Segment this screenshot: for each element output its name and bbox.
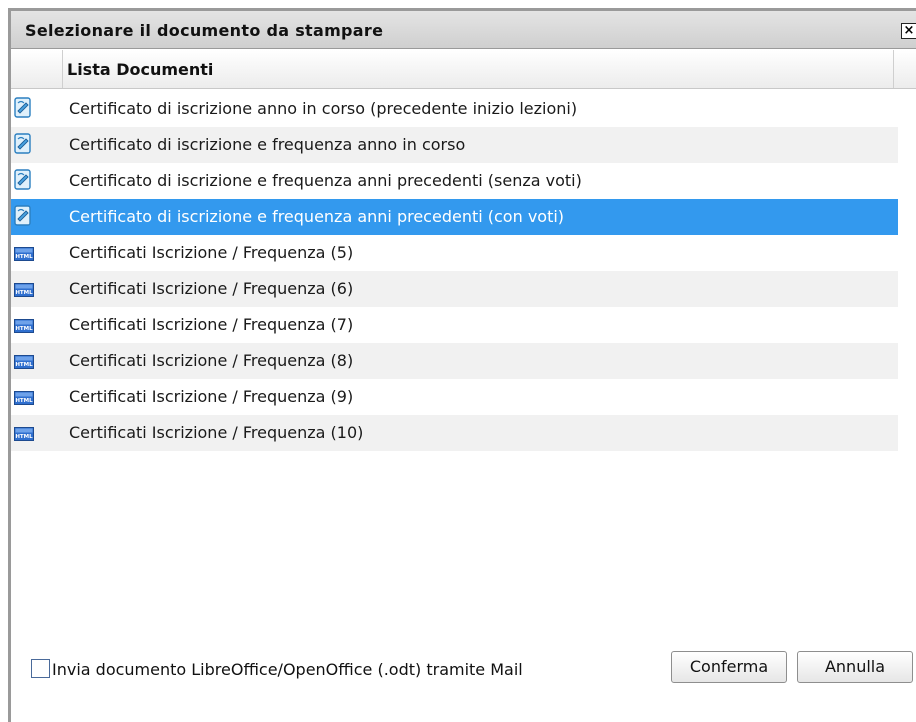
svg-text:HTML: HTML bbox=[15, 434, 33, 440]
list-item[interactable]: HTML Certificati Iscrizione / Frequenza (… bbox=[11, 379, 898, 415]
html-file-icon: HTML bbox=[14, 282, 34, 297]
list-item[interactable]: HTML Certificati Iscrizione / Frequenza (… bbox=[11, 271, 898, 307]
list-item-label: Certificati Iscrizione / Frequenza (9) bbox=[69, 387, 354, 406]
list-item-label: Certificato di iscrizione e frequenza an… bbox=[69, 207, 565, 226]
svg-text:HTML: HTML bbox=[15, 326, 33, 332]
svg-text:HTML: HTML bbox=[15, 398, 33, 404]
svg-text:HTML: HTML bbox=[15, 362, 33, 368]
html-file-icon: HTML bbox=[14, 318, 34, 333]
list-item-label: Certificati Iscrizione / Frequenza (7) bbox=[69, 315, 354, 334]
list-item-label: Certificato di iscrizione e frequenza an… bbox=[69, 135, 466, 154]
print-document-dialog: Selezionare il documento da stampare × L… bbox=[8, 8, 916, 722]
list-item[interactable]: HTML Certificati Iscrizione / Frequenza (… bbox=[11, 235, 898, 271]
list-item-label: Certificati Iscrizione / Frequenza (8) bbox=[69, 351, 354, 370]
writer-document-icon bbox=[12, 205, 34, 227]
writer-document-icon bbox=[12, 133, 34, 155]
list-item[interactable]: HTML Certificati Iscrizione / Frequenza (… bbox=[11, 343, 898, 379]
confirm-button[interactable]: Conferma bbox=[671, 651, 787, 683]
html-file-icon: HTML bbox=[14, 390, 34, 405]
document-list: Certificato di iscrizione anno in corso … bbox=[11, 91, 898, 451]
list-item-label: Certificati Iscrizione / Frequenza (6) bbox=[69, 279, 354, 298]
list-item[interactable]: HTML Certificati Iscrizione / Frequenza (… bbox=[11, 307, 898, 343]
list-header: Lista Documenti bbox=[11, 50, 916, 89]
writer-document-icon bbox=[12, 169, 34, 191]
svg-text:HTML: HTML bbox=[15, 254, 33, 260]
column-header-lista-documenti[interactable]: Lista Documenti bbox=[64, 50, 894, 88]
dialog-title: Selezionare il documento da stampare bbox=[25, 21, 384, 40]
list-item[interactable]: Certificato di iscrizione e frequenza an… bbox=[11, 199, 898, 235]
mail-checkbox-label[interactable]: Invia documento LibreOffice/OpenOffice (… bbox=[52, 660, 523, 679]
mail-checkbox[interactable] bbox=[31, 659, 50, 678]
html-file-icon: HTML bbox=[14, 246, 34, 261]
list-item[interactable]: Certificato di iscrizione e frequenza an… bbox=[11, 127, 898, 163]
dialog-footer: Invia documento LibreOffice/OpenOffice (… bbox=[11, 651, 916, 721]
list-item-label: Certificati Iscrizione / Frequenza (10) bbox=[69, 423, 364, 442]
header-icon-column bbox=[11, 50, 63, 88]
writer-document-icon bbox=[12, 97, 34, 119]
svg-text:HTML: HTML bbox=[15, 290, 33, 296]
list-item-label: Certificato di iscrizione e frequenza an… bbox=[69, 171, 582, 190]
html-file-icon: HTML bbox=[14, 354, 34, 369]
cancel-button[interactable]: Annulla bbox=[797, 651, 913, 683]
dialog-titlebar[interactable]: Selezionare il documento da stampare × bbox=[11, 11, 916, 49]
html-file-icon: HTML bbox=[14, 426, 34, 441]
column-header-label: Lista Documenti bbox=[67, 60, 214, 79]
list-item-label: Certificato di iscrizione anno in corso … bbox=[69, 99, 578, 118]
list-item[interactable]: Certificato di iscrizione e frequenza an… bbox=[11, 163, 898, 199]
list-item[interactable]: Certificato di iscrizione anno in corso … bbox=[11, 91, 898, 127]
close-icon[interactable]: × bbox=[901, 23, 916, 39]
list-item[interactable]: HTML Certificati Iscrizione / Frequenza (… bbox=[11, 415, 898, 451]
list-item-label: Certificati Iscrizione / Frequenza (5) bbox=[69, 243, 354, 262]
